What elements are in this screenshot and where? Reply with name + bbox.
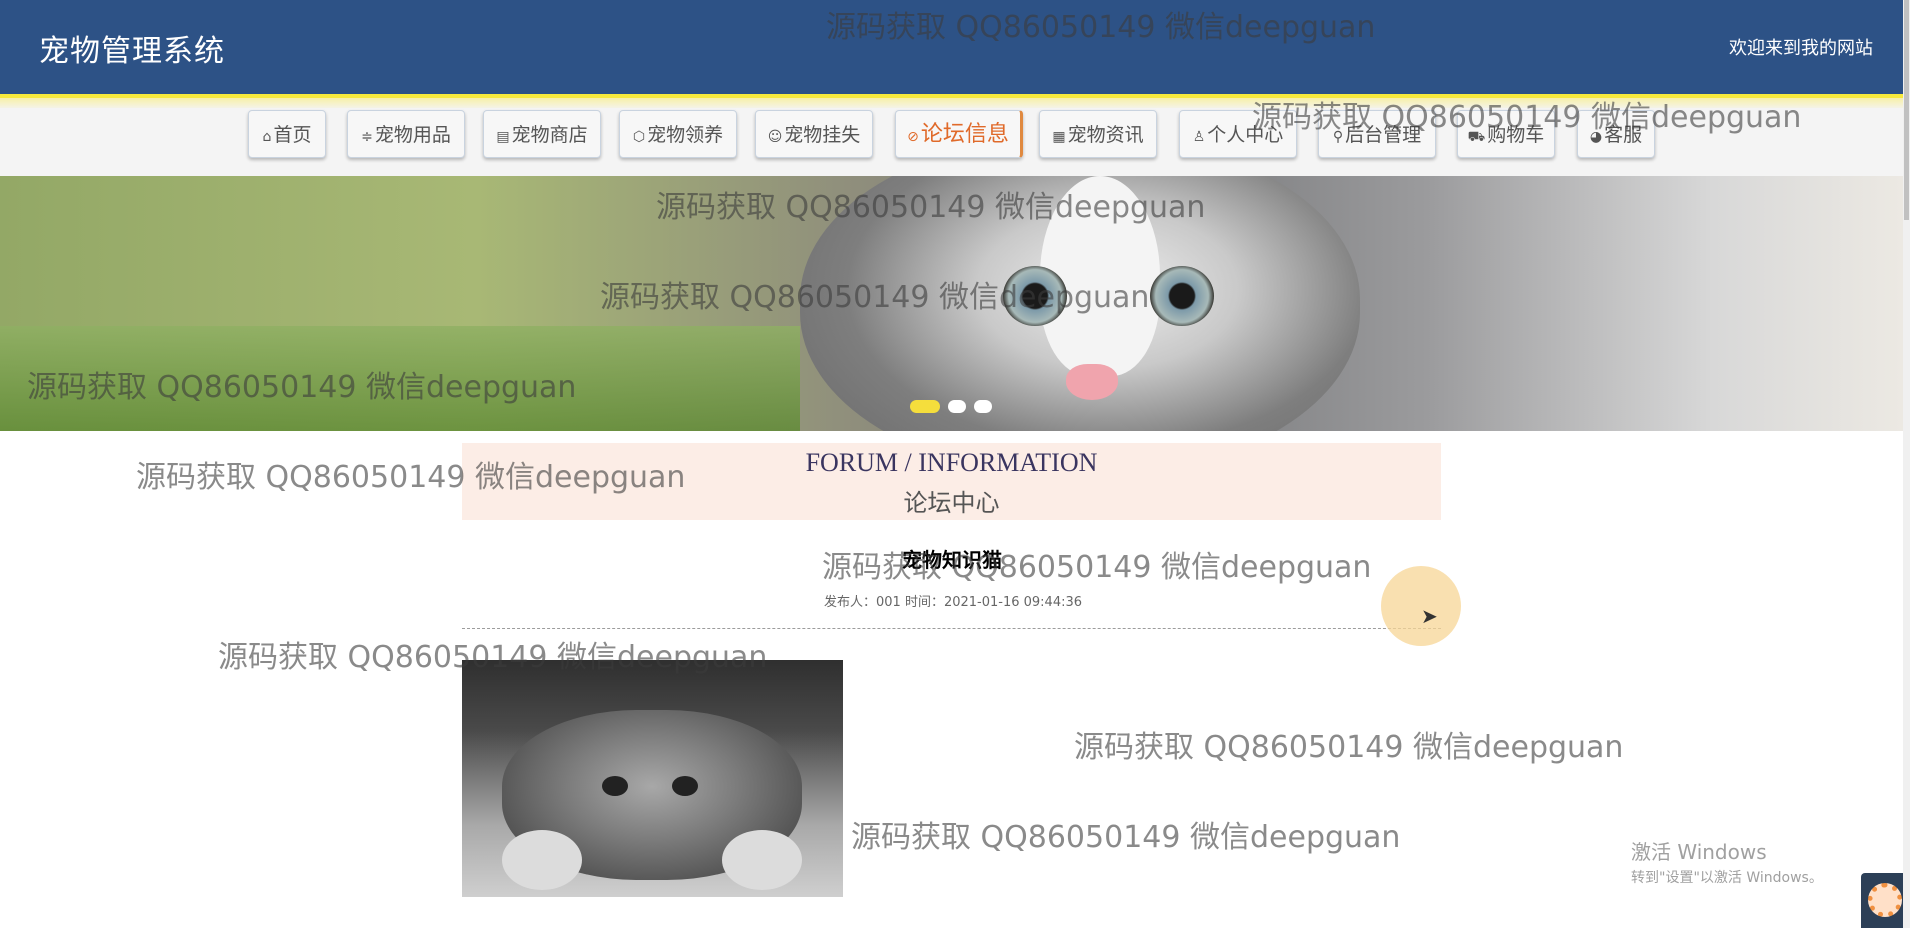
forum-heading: FORUM / INFORMATION 论坛中心 [462, 443, 1441, 520]
welcome-text: 欢迎来到我的网站 [1729, 38, 1873, 59]
cat-paw-left [502, 830, 582, 890]
nav-item-home[interactable]: ⌂ 首页 [248, 110, 326, 158]
kitten-eye-right [1150, 266, 1214, 326]
watermark-text: 源码获取 QQ86050149 微信deepguan [1074, 730, 1624, 765]
main-navbar: ⌂ 首页 ≑ 宠物用品 ▤ 宠物商店 ⬡ 宠物领养 ☺ 宠物挂失 ⊘论坛信息 ▦ 宠物资讯 … [0, 108, 1903, 176]
smile-icon: ☺ [767, 129, 783, 145]
nav-item-label: 宠物用品 [374, 124, 451, 146]
nav-item-pet-news[interactable]: ▦ 宠物资讯 [1039, 110, 1157, 158]
cat-paw-right [722, 830, 802, 890]
calendar-icon: ▦ [1052, 129, 1066, 145]
cube-icon: ⬡ [632, 129, 646, 145]
top-header: 宠物管理系统 欢迎来到我的网站 [0, 0, 1903, 98]
nav-item-label: 宠物商店 [511, 124, 588, 146]
cat-eye-right [672, 776, 698, 796]
tag-icon: ⊘ [907, 129, 919, 145]
windows-activation-hint: 转到"设置"以激活 Windows。 [1631, 870, 1823, 886]
link-icon: ⚲ [1332, 129, 1344, 145]
chat-icon: ◕ [1589, 129, 1603, 145]
nav-item-label: 后台管理 [1345, 124, 1422, 146]
nav-item-label: 论坛信息 [920, 122, 1009, 147]
sliders-icon: ≑ [361, 129, 373, 145]
forum-heading-en: FORUM / INFORMATION [805, 448, 1098, 477]
post-cat-image [462, 660, 843, 897]
cart-icon: ⛟ [1467, 129, 1486, 145]
nav-item-forum[interactable]: ⊘论坛信息 [895, 110, 1023, 158]
windows-activation-notice: 激活 Windows 转到"设置"以激活 Windows。 [1631, 836, 1823, 887]
user-icon: ♙ [1192, 129, 1206, 145]
carousel-dot-1[interactable] [910, 400, 940, 413]
nav-item-label: 个人中心 [1207, 124, 1284, 146]
kitten-eye-left [1003, 266, 1067, 326]
nav-item-pet-adoption[interactable]: ⬡ 宠物领养 [619, 110, 737, 158]
forum-heading-zh: 论坛中心 [903, 489, 1000, 517]
post-title: 宠物知识猫 [902, 548, 1002, 572]
windows-activation-title: 激活 Windows [1631, 840, 1767, 864]
kitten-nose [1066, 364, 1118, 400]
banner-carousel[interactable] [0, 176, 1903, 431]
nav-item-label: 购物车 [1487, 124, 1545, 146]
nav-item-pet-supplies[interactable]: ≑ 宠物用品 [347, 110, 465, 158]
nav-item-label: 宠物领养 [647, 124, 724, 146]
banner-grass [0, 326, 800, 431]
nav-item-pet-shop[interactable]: ▤ 宠物商店 [483, 110, 601, 158]
nav-item-label: 宠物挂失 [784, 124, 861, 146]
nav-item-cart[interactable]: ⛟ 购物车 [1457, 110, 1555, 158]
nav-item-label: 客服 [1604, 124, 1643, 146]
newspaper-icon: ▤ [496, 129, 510, 145]
post-meta: 发布人：001 时间：2021-01-16 09:44:36 [824, 595, 1083, 610]
nav-item-customer-service[interactable]: ◕ 客服 [1577, 110, 1655, 158]
post-divider [462, 628, 1441, 629]
nav-item-pet-lost[interactable]: ☺ 宠物挂失 [755, 110, 873, 158]
nav-item-label: 首页 [273, 124, 312, 146]
nav-item-user-center[interactable]: ♙ 个人中心 [1179, 110, 1297, 158]
cat-eye-left [602, 776, 628, 796]
site-title: 宠物管理系统 [39, 34, 225, 69]
mouse-cursor-icon: ➤ [1421, 604, 1438, 628]
watermark-text: 源码获取 QQ86050149 微信deepguan [851, 820, 1401, 855]
carousel-dot-2[interactable] [948, 400, 966, 413]
nav-item-label: 宠物资讯 [1067, 124, 1144, 146]
scrollbar-thumb[interactable] [1904, 0, 1909, 220]
gear-icon [1868, 883, 1902, 917]
carousel-dot-3[interactable] [974, 400, 992, 413]
nav-item-admin[interactable]: ⚲ 后台管理 [1318, 110, 1436, 158]
home-icon: ⌂ [262, 129, 272, 145]
